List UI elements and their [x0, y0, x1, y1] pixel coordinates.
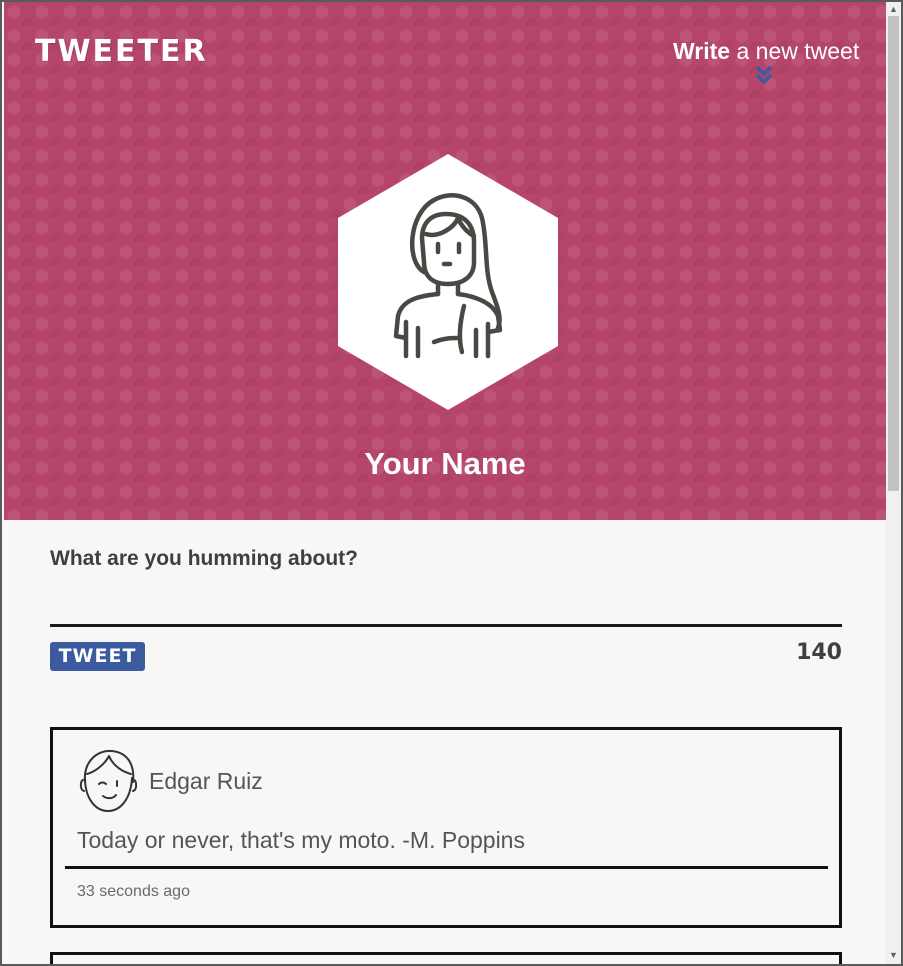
tweet-card: Edgar Ruiz Today or never, that's my mot…: [50, 727, 842, 928]
user-name: Your Name: [364, 446, 526, 481]
double-chevron-down-icon[interactable]: [754, 64, 774, 88]
girl-avatar-icon: [338, 154, 558, 410]
tweet-author[interactable]: Edgar Ruiz: [149, 768, 263, 795]
tweet-text: Today or never, that's my moto. -M. Popp…: [77, 827, 525, 853]
tweet-button[interactable]: TWEET: [50, 642, 145, 671]
tweet-input[interactable]: [50, 580, 842, 627]
tweet-card-partial: [50, 952, 842, 964]
tweet-timestamp: 33 seconds ago: [77, 883, 190, 900]
write-link-rest: a new tweet: [736, 38, 860, 64]
profile-header: TWEETER Write a new tweet Your Name: [4, 2, 886, 520]
tweet-divider: [65, 866, 828, 869]
scrollbar-thumb[interactable]: [888, 16, 899, 491]
composer-label: What are you humming about?: [50, 547, 358, 570]
scroll-up-arrow-icon[interactable]: ▲: [886, 2, 901, 16]
write-link-strong: Write: [673, 38, 731, 64]
browser-viewport: TWEETER Write a new tweet Your Name What…: [0, 0, 903, 966]
write-tweet-link[interactable]: Write a new tweet: [673, 38, 859, 65]
scrollbar[interactable]: ▲ ▼: [886, 2, 901, 964]
brand-logo[interactable]: TWEETER: [35, 34, 208, 69]
character-counter: 140: [796, 640, 842, 665]
scroll-down-arrow-icon[interactable]: ▼: [886, 948, 901, 962]
boy-avatar-icon: [79, 749, 137, 812]
